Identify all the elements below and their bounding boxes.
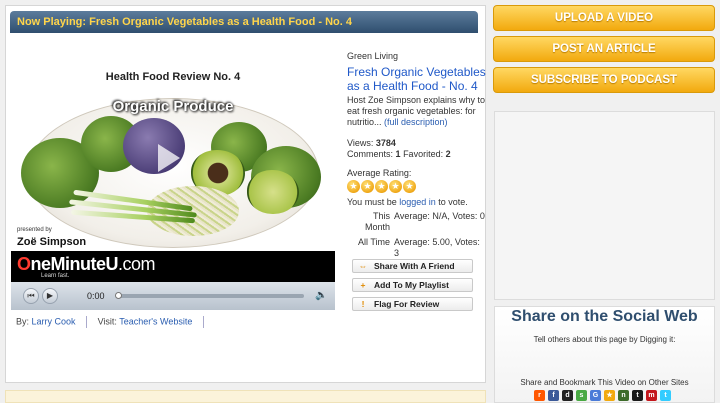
- playlist-button-label: Add To My Playlist: [374, 280, 449, 290]
- post-article-button[interactable]: POST AN ARTICLE: [493, 36, 715, 62]
- share-with-friend-button[interactable]: ⇔ Share With A Friend: [352, 259, 473, 273]
- video-description: Host Zoe Simpson explains why to eat fre…: [347, 95, 487, 128]
- login-link[interactable]: logged in: [399, 197, 436, 207]
- upload-video-button[interactable]: UPLOAD A VIDEO: [493, 5, 715, 31]
- mixx-icon[interactable]: m: [646, 390, 657, 401]
- star-icon[interactable]: ★: [389, 180, 402, 193]
- seek-handle[interactable]: [115, 292, 122, 299]
- newsvine-icon[interactable]: n: [618, 390, 629, 401]
- video-info: Green Living Fresh Organic Vegetables as…: [347, 51, 487, 263]
- video-frame[interactable]: Health Food Review No. 4 Organic Produce…: [11, 38, 335, 282]
- social-icon-row: r f d s G ★ n t m t: [534, 390, 671, 402]
- stumbleupon-icon[interactable]: s: [576, 390, 587, 401]
- meta-divider: [202, 316, 204, 328]
- rating-row-all-time: All Time Average: 5.00, Votes: 3: [347, 237, 487, 259]
- comments-panel-top: [5, 390, 486, 403]
- seek-bar[interactable]: [116, 294, 304, 298]
- brand-logo-suffix: .com: [118, 254, 156, 274]
- favorites-icon[interactable]: ★: [604, 390, 615, 401]
- avocado-image: [247, 170, 299, 214]
- video-player[interactable]: Health Food Review No. 4 Organic Produce…: [11, 38, 335, 310]
- share-button-label: Share With A Friend: [374, 261, 455, 271]
- visit-label: Visit:: [97, 316, 117, 327]
- teacher-website-link[interactable]: Teacher's Website: [119, 316, 192, 326]
- flag-for-review-button[interactable]: ! Flag For Review: [352, 297, 473, 311]
- share-panel: Share on the Social Web Tell others abou…: [494, 306, 715, 403]
- flag-button-label: Flag For Review: [374, 299, 440, 309]
- video-meta: By: Larry Cook Visit: Teacher's Website: [16, 316, 212, 328]
- share-icon: ⇔: [358, 261, 368, 271]
- login-note-suffix: to vote.: [438, 197, 468, 207]
- login-note-prefix: You must be: [347, 197, 397, 207]
- now-playing-title: Now Playing: Fresh Organic Vegetables as…: [10, 11, 478, 33]
- views-count: 3784: [375, 138, 396, 148]
- sidebar: UPLOAD A VIDEO POST AN ARTICLE SUBSCRIBE…: [493, 5, 715, 98]
- presenter-name: Zoë Simpson: [17, 236, 87, 248]
- meta-divider: [86, 316, 88, 328]
- star-rating[interactable]: ★ ★ ★ ★ ★: [347, 180, 487, 195]
- brand-logo-o: O: [17, 254, 31, 274]
- all-time-value: Average: 5.00, Votes: 3: [394, 237, 480, 258]
- video-stats: Views: 3784 Comments: 1 Favorited: 2: [347, 138, 487, 160]
- star-icon[interactable]: ★: [403, 180, 416, 193]
- brand-logo-name: neMinuteU: [30, 254, 119, 274]
- all-time-label: All Time: [357, 237, 390, 247]
- star-icon[interactable]: ★: [375, 180, 388, 193]
- rating-table: This Month Average: N/A, Votes: 0 All Ti…: [347, 211, 487, 259]
- rewind-icon[interactable]: ⏮: [23, 288, 39, 304]
- brand-tagline: Learn fast.: [41, 273, 70, 279]
- google-icon[interactable]: G: [590, 390, 601, 401]
- comments-label: Comments:: [347, 149, 394, 159]
- full-description-link[interactable]: (full description): [384, 117, 448, 127]
- presented-by-label: presented by: [17, 227, 52, 233]
- average-rating-label: Average Rating:: [347, 168, 412, 178]
- twitter-icon[interactable]: t: [660, 390, 671, 401]
- by-label: By:: [16, 316, 30, 327]
- technorati-icon[interactable]: t: [632, 390, 643, 401]
- reddit-icon[interactable]: r: [534, 390, 545, 401]
- plus-icon: +: [360, 280, 366, 290]
- video-title[interactable]: Fresh Organic Vegetables as a Health Foo…: [347, 65, 487, 93]
- share-title: Share on the Social Web: [511, 308, 698, 325]
- delicious-icon[interactable]: d: [562, 390, 573, 401]
- brand-logo: OneMinuteU.com: [17, 254, 156, 275]
- video-category: Green Living: [347, 51, 399, 61]
- volume-icon[interactable]: 🔈: [315, 290, 327, 301]
- brand-strip: OneMinuteU.com Learn fast.: [11, 251, 335, 282]
- video-overlay-label: Organic Produce: [112, 98, 234, 115]
- favorited-count: 2: [445, 149, 451, 159]
- ad-placeholder: [494, 111, 715, 300]
- rating-row-month: This Month Average: N/A, Votes: 0: [347, 211, 487, 233]
- favorited-label: Favorited:: [403, 149, 444, 159]
- author-link[interactable]: Larry Cook: [32, 316, 76, 326]
- this-month-value: Average: N/A, Votes: 0: [394, 211, 485, 221]
- star-icon[interactable]: ★: [361, 180, 374, 193]
- this-month-label: This Month: [364, 211, 390, 232]
- time-display: 0:00: [87, 291, 105, 301]
- play-button[interactable]: ▶: [42, 288, 58, 304]
- star-icon[interactable]: ★: [347, 180, 360, 193]
- share-subtitle: Tell others about this page by Digging i…: [533, 335, 676, 344]
- bookmark-label: Share and Bookmark This Video on Other S…: [520, 378, 689, 387]
- comments-count: 1: [395, 149, 401, 159]
- add-to-playlist-button[interactable]: + Add To My Playlist: [352, 278, 473, 292]
- video-frame-title: Health Food Review No. 4: [105, 71, 241, 83]
- main-panel: Now Playing: Fresh Organic Vegetables as…: [5, 5, 486, 383]
- play-overlay-icon[interactable]: [158, 144, 180, 172]
- player-controls: ⏮ ▶ 0:00 🔈: [11, 282, 335, 310]
- login-note: You must be logged in to vote.: [347, 197, 487, 207]
- facebook-icon[interactable]: f: [548, 390, 559, 401]
- warning-icon: !: [361, 299, 365, 309]
- subscribe-podcast-button[interactable]: SUBSCRIBE TO PODCAST: [493, 67, 715, 93]
- views-label: Views:: [347, 138, 374, 148]
